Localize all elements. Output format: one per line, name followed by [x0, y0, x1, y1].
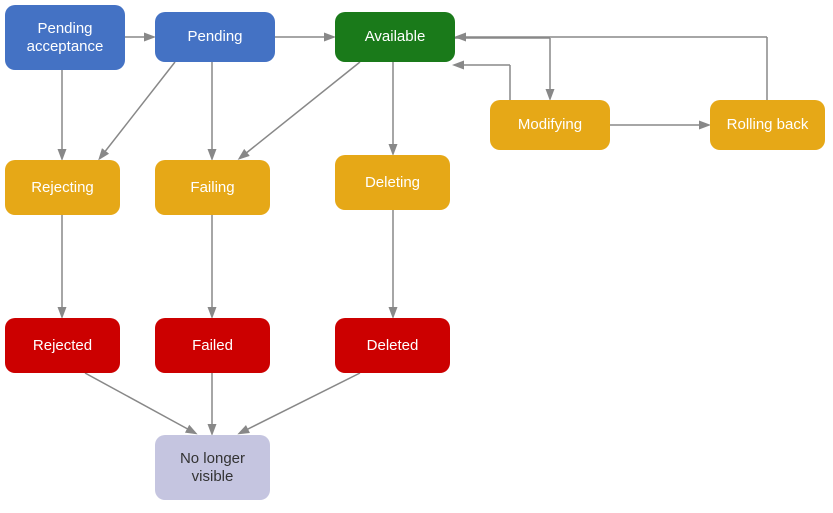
node-deleting: Deleting	[335, 155, 450, 210]
node-rejected: Rejected	[5, 318, 120, 373]
state-diagram: Pending acceptance Pending Available Modify…	[0, 0, 833, 513]
node-pending: Pending	[155, 12, 275, 62]
arrows-layer	[0, 0, 833, 513]
node-deleted: Deleted	[335, 318, 450, 373]
node-available: Available	[335, 12, 455, 62]
node-failing: Failing	[155, 160, 270, 215]
node-rejecting: Rejecting	[5, 160, 120, 215]
node-pending-acceptance: Pending acceptance	[5, 5, 125, 70]
node-modifying: Modifying	[490, 100, 610, 150]
node-failed: Failed	[155, 318, 270, 373]
node-no-longer-visible: No longer visible	[155, 435, 270, 500]
node-rolling-back: Rolling back	[710, 100, 825, 150]
